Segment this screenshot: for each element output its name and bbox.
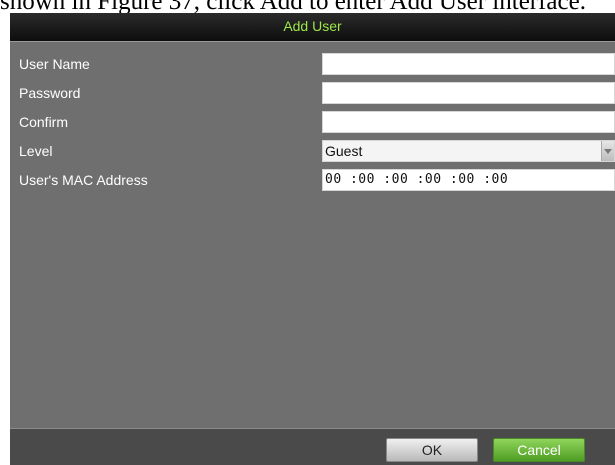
user-name-input[interactable]: [322, 53, 615, 75]
mac-address-input[interactable]: 00 :00 :00 :00 :00 :00: [322, 169, 615, 191]
level-label: Level: [19, 143, 53, 159]
chevron-down-icon[interactable]: [601, 141, 614, 161]
confirm-label: Confirm: [19, 114, 69, 130]
mac-address-label: User's MAC Address: [19, 172, 148, 188]
dialog-title: Add User: [10, 13, 615, 42]
add-user-dialog: Add User User Name Password Confirm Leve…: [10, 13, 615, 465]
level-select[interactable]: Guest: [322, 140, 615, 162]
password-label: Password: [19, 85, 81, 101]
ok-button[interactable]: OK: [386, 438, 478, 462]
password-input[interactable]: [322, 82, 615, 104]
cancel-button[interactable]: Cancel: [493, 438, 585, 462]
user-name-label: User Name: [19, 56, 90, 72]
level-selected-value: Guest: [325, 143, 363, 159]
confirm-input[interactable]: [322, 111, 615, 133]
dialog-footer: OK Cancel: [10, 428, 615, 465]
